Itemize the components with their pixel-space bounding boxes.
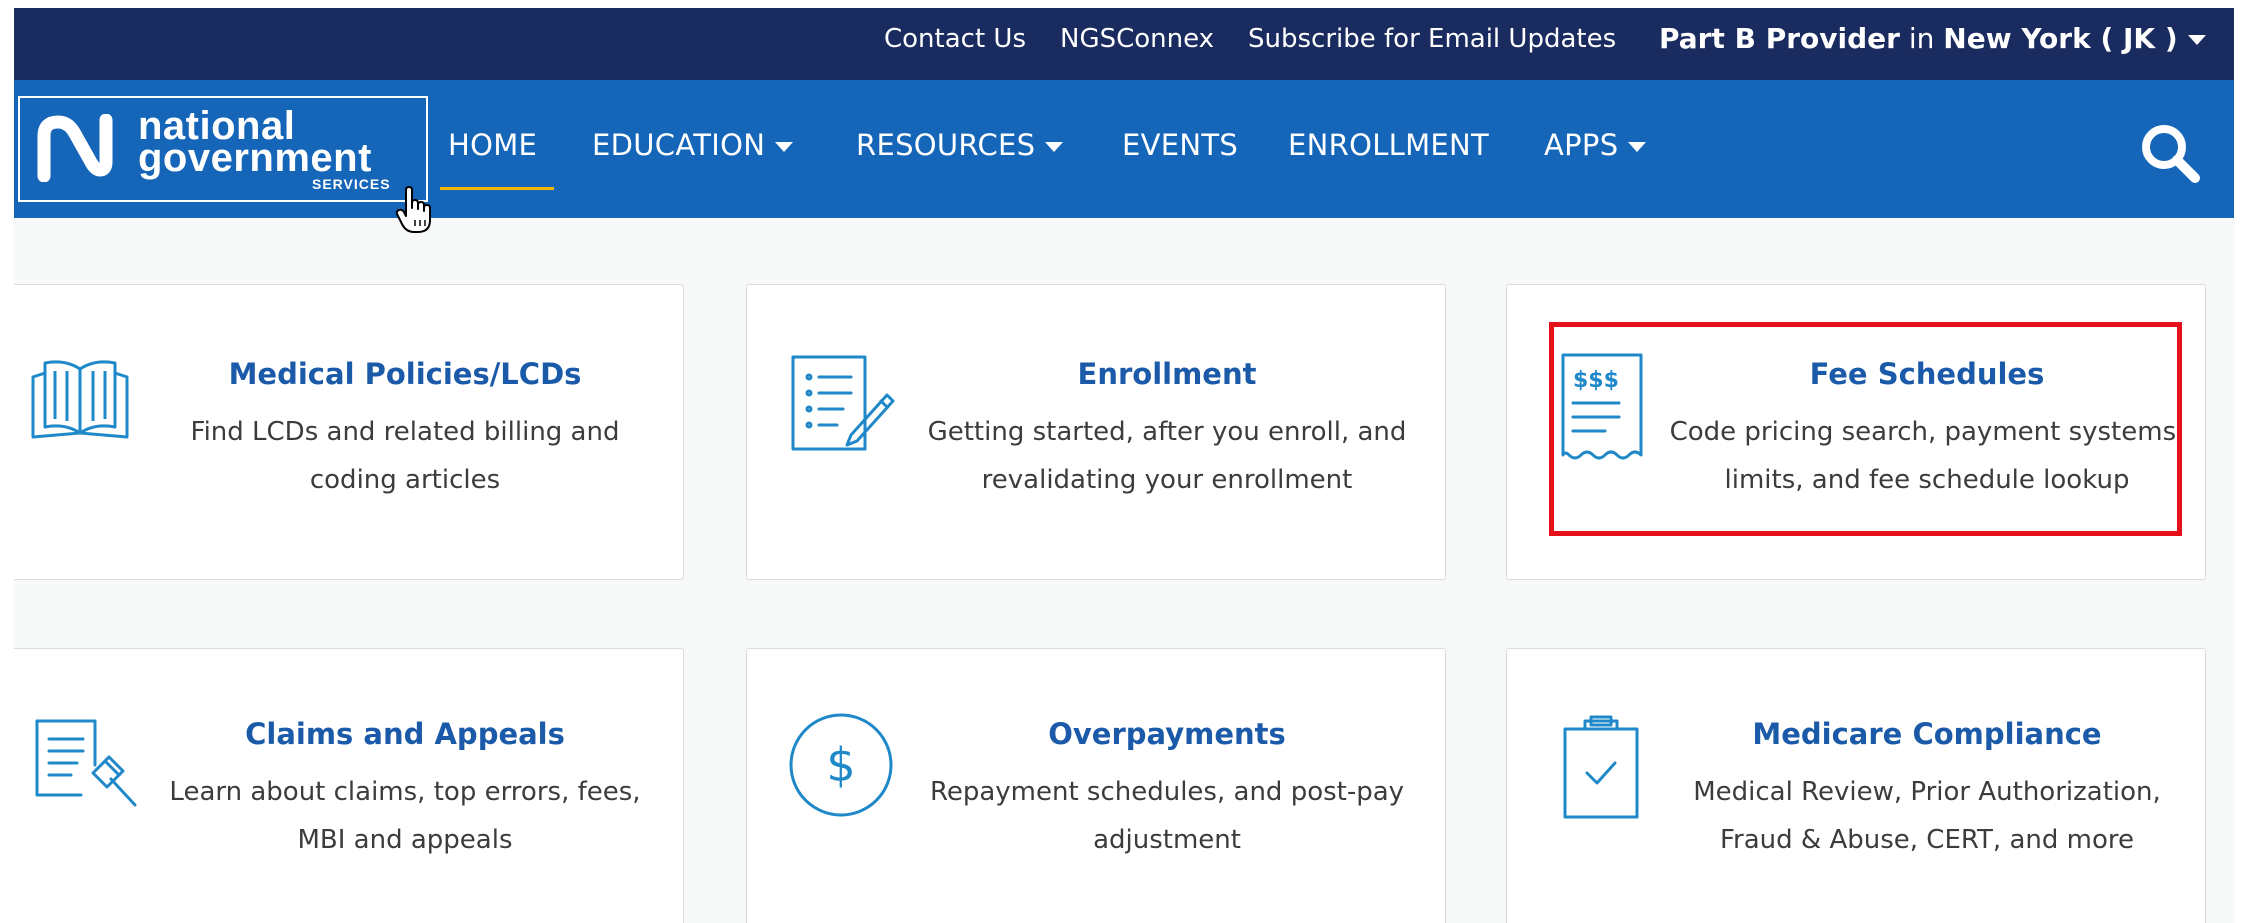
card-medical-policies[interactable]: Medical Policies/LCDs Find LCDs and rela… — [14, 284, 684, 580]
highlight-box — [1549, 322, 2182, 536]
main-navigation: national government SERVICES HOME EDUCAT… — [14, 80, 2234, 233]
provider-region-selector[interactable]: Part B Provider in New York ( JK ) — [1659, 22, 2206, 55]
card-title: Overpayments — [1048, 717, 1286, 751]
card-title: Claims and Appeals — [245, 717, 565, 751]
region-in: in — [1899, 22, 1944, 55]
subscribe-email-link[interactable]: Subscribe for Email Updates — [1248, 24, 1616, 54]
card-description-line: coding articles — [309, 465, 501, 495]
card-description-line: Medical Review, Prior Authorization, — [1693, 777, 2161, 807]
nav-apps[interactable]: APPS — [1544, 128, 1647, 162]
dollar-sign-text: $ — [826, 738, 855, 792]
logo-text-services: SERVICES — [312, 176, 391, 192]
nav-education[interactable]: EDUCATION — [592, 128, 794, 162]
clipboard-check-icon — [1563, 715, 1639, 819]
nav-apps-label: APPS — [1544, 128, 1619, 162]
nav-resources[interactable]: RESOURCES — [856, 128, 1064, 162]
card-description: Find LCDs and related billing and coding… — [135, 408, 675, 504]
card-description: Getting started, after you enroll, and r… — [897, 408, 1437, 504]
card-description-line: adjustment — [1093, 825, 1241, 855]
card-description: Repayment schedules, and post-pay adjust… — [897, 768, 1437, 864]
hand-cursor-icon — [395, 186, 431, 233]
card-title: Medicare Compliance — [1752, 717, 2102, 751]
utility-bar: Contact Us NGSConnex Subscribe for Email… — [14, 8, 2234, 80]
chevron-down-icon — [775, 142, 794, 152]
contact-us-link[interactable]: Contact Us — [884, 24, 1026, 54]
search-icon[interactable] — [2139, 122, 2201, 184]
card-description-line: Getting started, after you enroll, and — [927, 417, 1407, 447]
card-overpayments[interactable]: $ Overpayments Repayment schedules, and … — [746, 648, 1446, 923]
card-claims-appeals[interactable]: Claims and Appeals Learn about claims, t… — [14, 648, 684, 923]
logo-text-government: government — [138, 136, 372, 180]
nav-education-label: EDUCATION — [592, 128, 766, 162]
browser-viewport: Contact Us NGSConnex Subscribe for Email… — [14, 8, 2234, 923]
nav-events[interactable]: EVENTS — [1122, 128, 1238, 162]
nav-enrollment[interactable]: ENROLLMENT — [1288, 128, 1489, 162]
card-description-line: MBI and appeals — [297, 825, 513, 855]
card-description-line: Repayment schedules, and post-pay — [929, 777, 1405, 807]
ngs-logo-icon — [37, 114, 113, 182]
document-pen-icon — [791, 355, 895, 451]
card-description-line: Find LCDs and related billing and — [190, 417, 620, 447]
region-state: New York ( JK ) — [1943, 22, 2178, 55]
chevron-down-icon — [2187, 35, 2206, 45]
card-title: Enrollment — [1077, 357, 1257, 391]
open-book-icon — [31, 360, 129, 439]
region-provider-type: Part B Provider — [1659, 22, 1900, 55]
card-description-line: Fraud & Abuse, CERT, and more — [1719, 825, 2134, 855]
chevron-down-icon — [1045, 142, 1064, 152]
card-description: Medical Review, Prior Authorization, Fra… — [1657, 768, 2197, 864]
card-description-line: revalidating your enrollment — [981, 465, 1353, 495]
nav-home-active-indicator — [440, 187, 554, 190]
card-description: Learn about claims, top errors, fees, MB… — [125, 768, 685, 864]
chevron-down-icon — [1628, 142, 1647, 152]
dollar-circle-icon: $ — [789, 713, 893, 817]
card-description-line: Learn about claims, top errors, fees, — [169, 777, 641, 807]
nav-resources-label: RESOURCES — [856, 128, 1036, 162]
ngs-logo-link[interactable]: national government SERVICES — [18, 96, 428, 202]
nav-home[interactable]: HOME — [448, 128, 537, 162]
card-title: Medical Policies/LCDs — [228, 357, 582, 391]
card-enrollment[interactable]: Enrollment Getting started, after you en… — [746, 284, 1446, 580]
ngsconnex-link[interactable]: NGSConnex — [1060, 24, 1214, 54]
card-medicare-compliance[interactable]: Medicare Compliance Medical Review, Prio… — [1506, 648, 2206, 923]
